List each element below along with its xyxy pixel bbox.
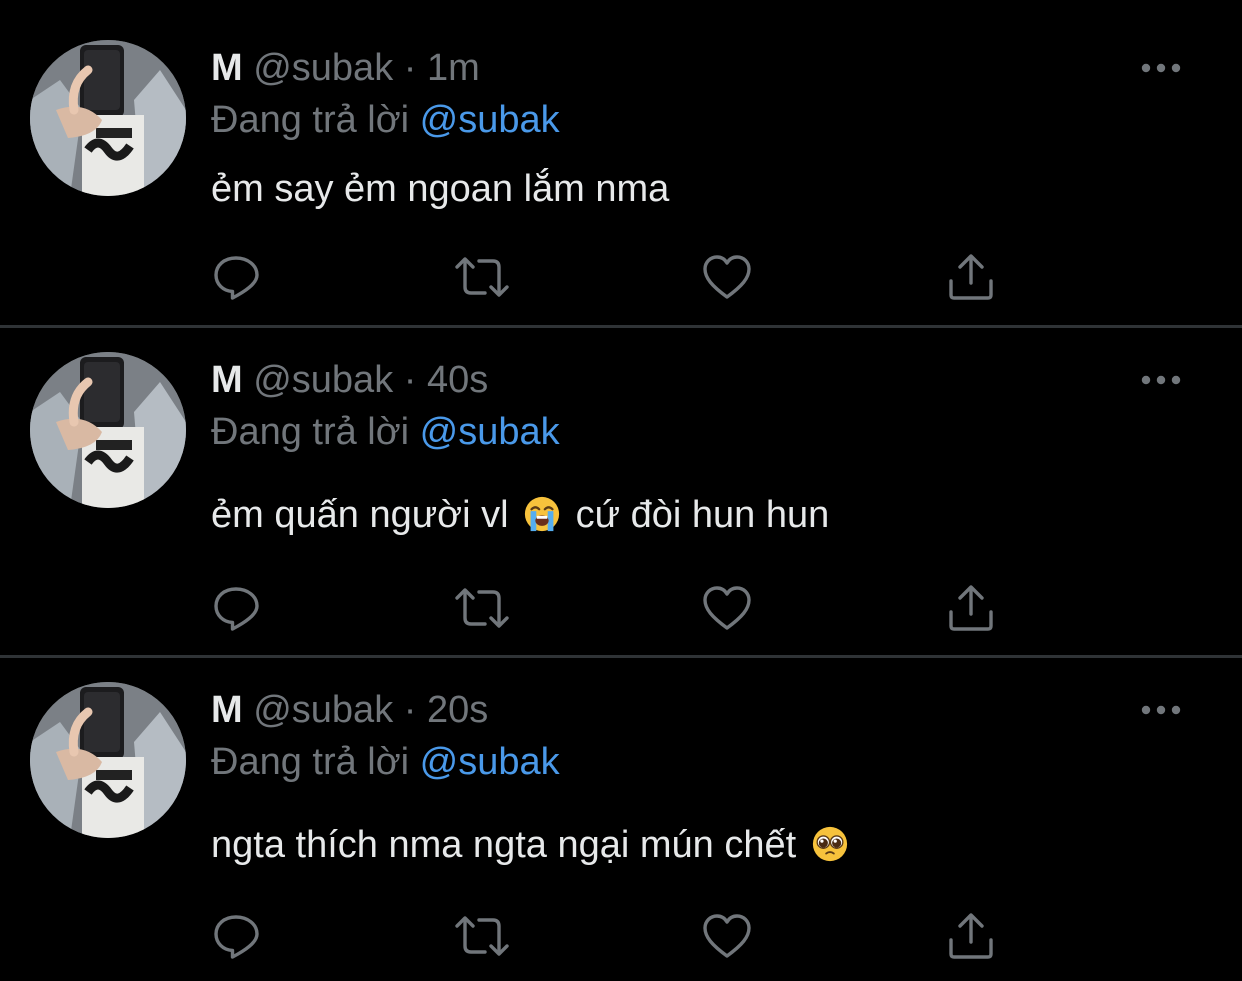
timestamp[interactable]: 40s xyxy=(427,359,488,401)
reply-button[interactable] xyxy=(212,912,262,960)
share-button[interactable] xyxy=(946,253,996,301)
more-icon xyxy=(1141,375,1181,385)
avatar[interactable] xyxy=(30,40,186,196)
retweet-icon xyxy=(455,916,509,956)
tweet-text: ẻm say ẻm ngoan lắm nma xyxy=(211,166,669,212)
more-icon xyxy=(1141,705,1181,715)
separator-dot: · xyxy=(403,47,417,89)
more-options-button[interactable] xyxy=(1138,58,1184,78)
heart-icon xyxy=(703,255,751,299)
tweet[interactable]: M @subak · 1m Đang trả lời @subak ẻm say… xyxy=(0,0,1242,326)
retweet-button[interactable] xyxy=(454,584,509,632)
replying-to-label: Đang trả lời xyxy=(211,411,410,453)
avatar-photo xyxy=(30,682,186,838)
share-icon xyxy=(949,585,993,631)
tweet-text-continuation: cứ đòi hun hun xyxy=(575,494,830,536)
pleading-face-icon xyxy=(812,826,847,862)
username[interactable]: @subak xyxy=(253,359,393,401)
mention-link[interactable]: @subak xyxy=(420,99,560,141)
replying-to-label: Đang trả lời xyxy=(211,99,410,141)
mention-link[interactable]: @subak xyxy=(420,741,560,783)
tweet-text-content: ngta thích nma ngta ngại mún chết xyxy=(211,824,797,866)
display-name[interactable]: M xyxy=(211,359,243,401)
tweet-text-content: ẻm quấn người vl xyxy=(211,494,509,536)
share-button[interactable] xyxy=(946,584,996,632)
timestamp[interactable]: 20s xyxy=(427,689,488,731)
retweet-icon xyxy=(455,588,509,628)
like-button[interactable] xyxy=(702,253,752,301)
more-options-button[interactable] xyxy=(1138,370,1184,390)
like-button[interactable] xyxy=(702,912,752,960)
reply-icon xyxy=(214,915,259,959)
avatar-photo xyxy=(30,40,186,196)
display-name[interactable]: M xyxy=(211,47,243,89)
mention-link[interactable]: @subak xyxy=(420,411,560,453)
tweet[interactable]: M @subak · 40s Đang trả lời @subak ẻm qu… xyxy=(0,328,1242,656)
display-name[interactable]: M xyxy=(211,689,243,731)
tweet-header: M @subak · 1m xyxy=(211,45,480,91)
replying-to: Đang trả lời @subak xyxy=(211,409,560,455)
tweet-text-content: ẻm say ẻm ngoan lắm nma xyxy=(211,168,670,210)
tweet[interactable]: M @subak · 20s Đang trả lời @subak ngta … xyxy=(0,658,1242,981)
replying-to-label: Đang trả lời xyxy=(211,741,410,783)
username[interactable]: @subak xyxy=(253,689,393,731)
username[interactable]: @subak xyxy=(253,47,393,89)
loudly-crying-face-icon xyxy=(524,496,560,532)
reply-icon xyxy=(214,587,259,631)
more-icon xyxy=(1141,63,1181,73)
tweet-text: ẻm quấn người vl cứ đòi hun hun xyxy=(211,492,829,538)
tweet-header: M @subak · 40s xyxy=(211,357,488,403)
retweet-button[interactable] xyxy=(454,912,509,960)
avatar[interactable] xyxy=(30,352,186,508)
like-button[interactable] xyxy=(702,584,752,632)
heart-icon xyxy=(703,586,751,630)
tweet-actions xyxy=(212,912,1002,960)
share-button[interactable] xyxy=(946,912,996,960)
separator-dot: · xyxy=(403,689,417,731)
share-icon xyxy=(949,913,993,959)
replying-to: Đang trả lời @subak xyxy=(211,97,560,143)
replying-to: Đang trả lời @subak xyxy=(211,739,560,785)
separator-dot: · xyxy=(403,359,417,401)
heart-icon xyxy=(703,914,751,958)
tweet-header: M @subak · 20s xyxy=(211,687,488,733)
retweet-icon xyxy=(455,257,509,297)
tweet-text: ngta thích nma ngta ngại mún chết xyxy=(211,822,853,868)
reply-button[interactable] xyxy=(212,584,262,632)
retweet-button[interactable] xyxy=(454,253,509,301)
avatar-photo xyxy=(30,352,186,508)
reply-icon xyxy=(214,256,259,300)
share-icon xyxy=(949,254,993,300)
tweet-feed: M @subak · 1m Đang trả lời @subak ẻm say… xyxy=(0,0,1242,981)
timestamp[interactable]: 1m xyxy=(427,47,480,89)
reply-button[interactable] xyxy=(212,253,262,301)
tweet-actions xyxy=(212,253,1002,301)
tweet-actions xyxy=(212,584,1002,632)
more-options-button[interactable] xyxy=(1138,700,1184,720)
avatar[interactable] xyxy=(30,682,186,838)
